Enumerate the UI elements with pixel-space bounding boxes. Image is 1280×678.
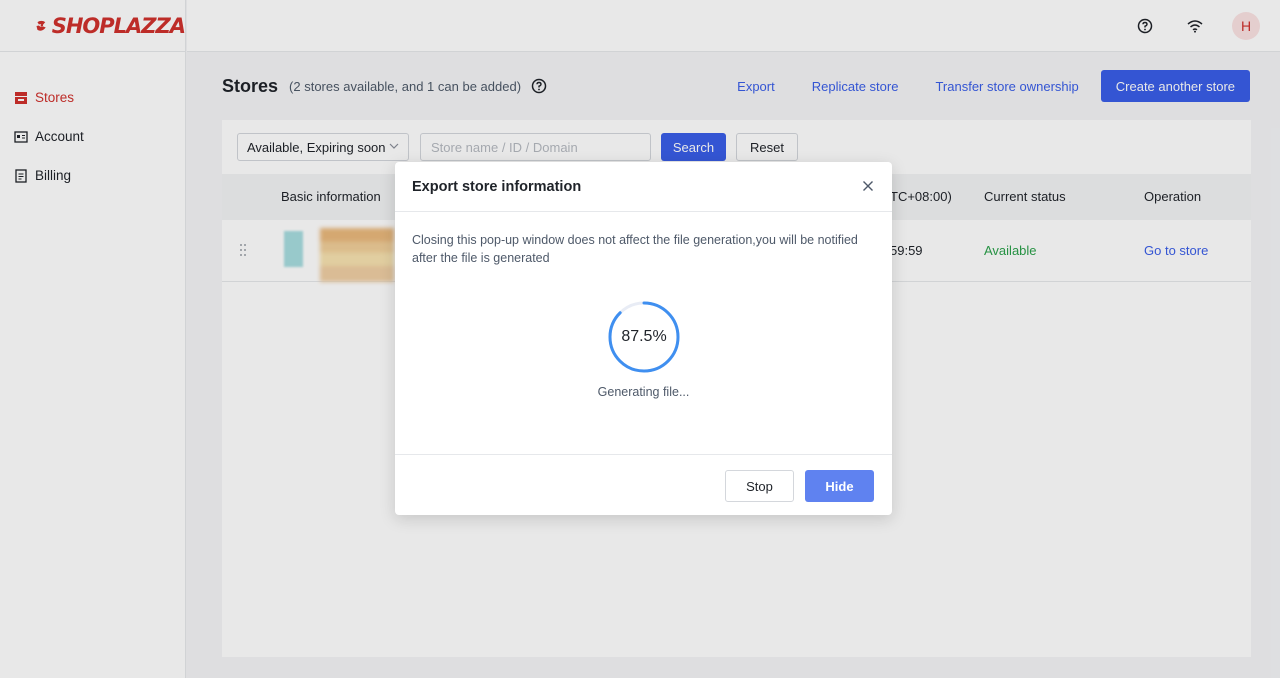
modal-footer: Stop Hide <box>395 454 892 515</box>
progress-circle: 87.5% <box>607 300 681 374</box>
modal-message: Closing this pop-up window does not affe… <box>412 233 858 265</box>
hide-button[interactable]: Hide <box>805 470 874 502</box>
progress-status: Generating file... <box>597 385 690 399</box>
modal-header: Export store information <box>395 162 892 212</box>
stop-button[interactable]: Stop <box>725 470 794 502</box>
modal-title: Export store information <box>412 178 582 195</box>
close-icon[interactable] <box>862 180 874 192</box>
export-modal: Export store information Closing this po… <box>395 162 892 515</box>
progress-percent: 87.5% <box>621 328 667 345</box>
